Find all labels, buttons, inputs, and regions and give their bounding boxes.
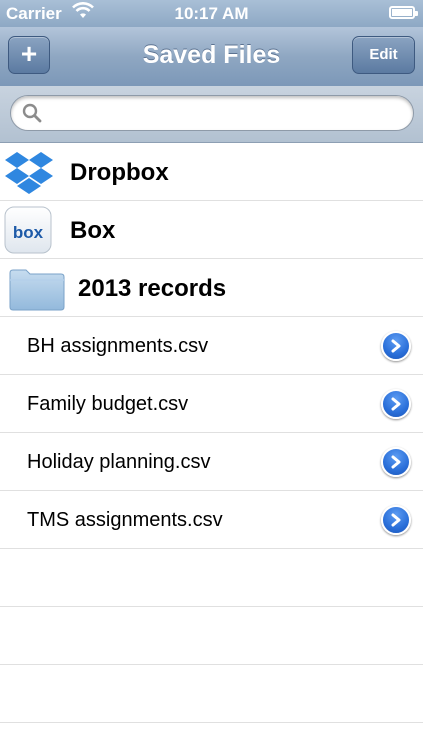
saved-files-list: Dropbox box Box 2013 records BH assignme… [0,143,423,723]
file-name: TMS assignments.csv [27,509,223,531]
navigation-bar: + Saved Files Edit [0,27,423,87]
edit-button[interactable]: Edit [352,36,415,74]
chevron-right-icon[interactable] [381,331,411,361]
file-name: Holiday planning.csv [27,451,211,473]
file-row[interactable]: Holiday planning.csv [0,433,423,491]
folder-icon [8,267,65,315]
chevron-right-icon[interactable] [381,389,411,419]
dropbox-icon [4,148,54,196]
search-bar [0,86,423,143]
empty-row [0,549,423,607]
status-bar: Carrier 10:17 AM [0,0,423,27]
file-row[interactable]: Family budget.csv [0,375,423,433]
search-input[interactable] [49,102,403,126]
list-item-folder[interactable]: 2013 records [0,259,423,317]
file-row[interactable]: BH assignments.csv [0,317,423,375]
empty-row [0,665,423,723]
empty-row [0,607,423,665]
search-icon [22,103,42,128]
chevron-right-icon[interactable] [381,505,411,535]
list-item-label: 2013 records [78,275,227,302]
file-name: Family budget.csv [27,393,189,415]
file-name: BH assignments.csv [27,335,209,357]
list-item-box[interactable]: box Box [0,201,423,259]
svg-text:box: box [13,223,44,242]
search-field[interactable] [10,95,414,131]
list-item-label: Dropbox [70,159,169,186]
file-row[interactable]: TMS assignments.csv [0,491,423,549]
chevron-right-icon[interactable] [381,447,411,477]
battery-icon [389,6,418,19]
box-icon: box [4,206,54,254]
list-item-dropbox[interactable]: Dropbox [0,143,423,201]
list-item-label: Box [70,217,116,244]
clock: 10:17 AM [174,4,249,23]
